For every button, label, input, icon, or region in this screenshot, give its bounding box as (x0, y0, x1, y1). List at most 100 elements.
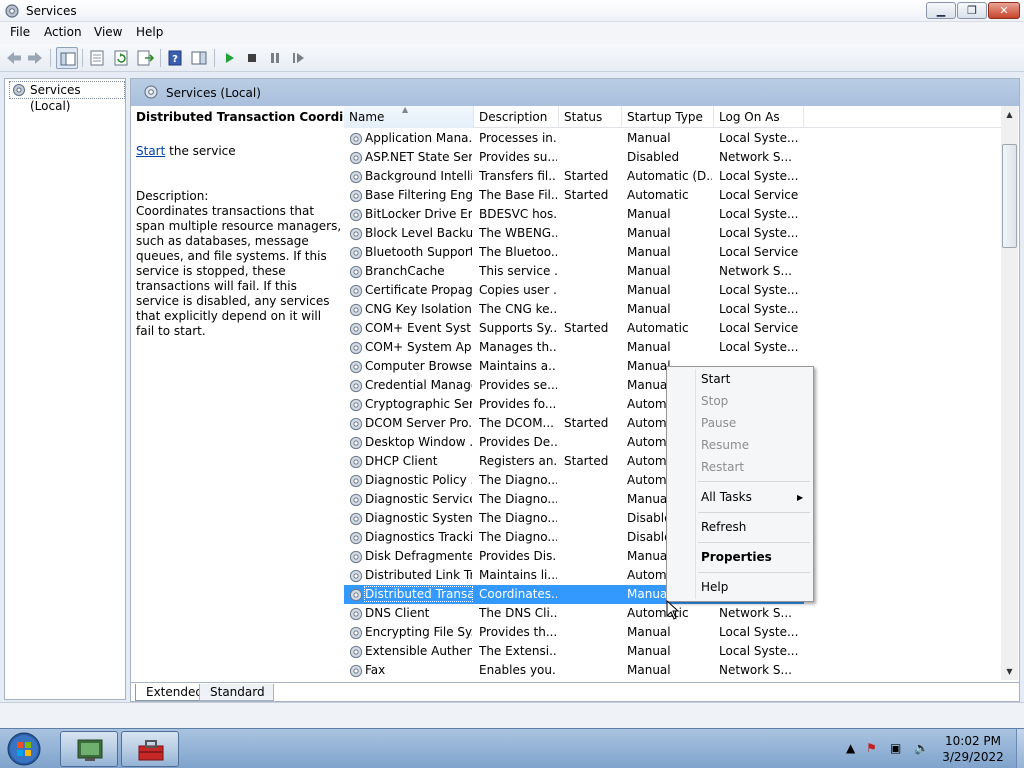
back-arrow-icon (7, 52, 21, 64)
restart-service-button[interactable] (287, 47, 309, 69)
cell-startup-type: Manual (627, 340, 671, 354)
help-book-icon: ? (168, 50, 182, 66)
close-icon: ✕ (999, 4, 1009, 17)
cell-status: Started (564, 169, 609, 183)
start-service-link[interactable]: Start (136, 144, 165, 158)
column-header-name[interactable]: ▲ Name (344, 106, 474, 128)
cell-startup-type: Automatic (D... (627, 169, 712, 183)
service-gear-icon (349, 493, 363, 507)
close-button[interactable]: ✕ (988, 2, 1020, 19)
menu-item-restart[interactable]: Restart (701, 460, 744, 474)
taskbar-app-toolbox[interactable] (121, 731, 179, 767)
table-row[interactable]: COM+ System Ap... Manages th... Manual Loca… (344, 338, 804, 357)
menu-item-start[interactable]: Start (701, 372, 730, 386)
service-gear-icon (349, 531, 363, 545)
cell-log-on-as: Local Syste... (719, 207, 799, 221)
table-row[interactable]: ASP.NET State Ser... Provides su... Disabl… (344, 148, 804, 167)
column-header-label: Log On As (719, 110, 780, 124)
tab-standard[interactable]: Standard (199, 684, 274, 701)
menu-action[interactable]: Action (44, 25, 82, 39)
list-header: ▲ Name Description Status Startup Type Lo… (344, 106, 1018, 128)
cell-description: Maintains a... (479, 359, 557, 373)
column-header-label: Description (479, 110, 548, 124)
pause-service-button[interactable] (264, 47, 286, 69)
export-list-button[interactable] (134, 47, 156, 69)
cell-name: Cryptographic Ser... (365, 397, 472, 411)
table-row[interactable]: COM+ Event Syst... Supports Sy... Started A… (344, 319, 804, 338)
tree-node-services-local[interactable]: Services (Local) (9, 81, 125, 113)
stop-service-button[interactable] (241, 47, 263, 69)
service-gear-icon (349, 341, 363, 355)
menu-file[interactable]: File (10, 25, 30, 39)
show-desktop-button[interactable] (1016, 729, 1024, 768)
forward-button[interactable] (24, 47, 46, 69)
scroll-down-arrow-icon[interactable]: ▼ (1001, 663, 1018, 680)
show-hide-action-pane-button[interactable] (188, 47, 210, 69)
start-button[interactable] (4, 731, 44, 767)
table-row[interactable]: CNG Key Isolation The CNG ke... Manual Loca… (344, 300, 804, 319)
menu-item-stop[interactable]: Stop (701, 394, 728, 408)
column-header-startup-type[interactable]: Startup Type (622, 106, 714, 128)
cell-log-on-as: Network S... (719, 150, 792, 164)
cell-name: Credential Manager (365, 378, 472, 392)
menu-item-refresh[interactable]: Refresh (701, 520, 746, 534)
menu-item-properties[interactable]: Properties (701, 550, 772, 564)
cell-log-on-as: Local Service (719, 188, 799, 202)
menu-item-resume[interactable]: Resume (701, 438, 749, 452)
network-icon[interactable]: ▣ (890, 741, 901, 755)
tree-node-label: Services (Local) (30, 83, 81, 113)
menu-bar: File Action View Help (0, 22, 1024, 44)
maximize-button[interactable]: ❐ (957, 2, 987, 19)
export-list-icon (137, 50, 155, 66)
column-header-description[interactable]: Description (474, 106, 559, 128)
column-header-log-on-as[interactable]: Log On As (714, 106, 804, 128)
refresh-toolbar-button[interactable] (110, 47, 132, 69)
table-row[interactable]: Bluetooth Support... The Bluetoo... Manual… (344, 243, 804, 262)
table-row[interactable]: Base Filtering Engi... The Base Fil... Sta… (344, 186, 804, 205)
table-row[interactable]: Encrypting File Sy... Provides th... Manua… (344, 623, 804, 642)
scrollbar-thumb[interactable] (1002, 144, 1017, 248)
service-gear-icon (349, 664, 363, 678)
table-row[interactable]: Block Level Backu... The WBENG... Manual Lo… (344, 224, 804, 243)
back-button[interactable] (3, 47, 25, 69)
cell-name: DHCP Client (365, 454, 438, 468)
show-hide-console-tree-button[interactable] (56, 47, 78, 69)
scroll-up-arrow-icon[interactable]: ▲ (1001, 106, 1018, 123)
taskbar: ▲ ⚑ ▣ 🔈 10:02 PM 3/29/2022 (0, 728, 1024, 768)
menu-item-all-tasks[interactable]: All Tasks (701, 490, 752, 504)
service-gear-icon (349, 607, 363, 621)
toolbar-separator (214, 49, 215, 67)
vertical-scrollbar[interactable]: ▲ ▼ (1001, 106, 1018, 680)
table-row[interactable]: Background Intelli... Transfers fil... Sta… (344, 167, 804, 186)
cell-name: COM+ System Ap... (365, 340, 472, 354)
system-clock[interactable]: 10:02 PM 3/29/2022 (930, 733, 1016, 765)
pane-header-title: Services (Local) (166, 86, 261, 100)
volume-icon[interactable]: 🔈 (914, 741, 929, 755)
cell-name: Application Mana... (365, 131, 472, 145)
taskbar-app-server-manager[interactable] (60, 731, 118, 767)
menu-item-help[interactable]: Help (701, 580, 728, 594)
table-row[interactable]: Application Mana... Processes in... Manual… (344, 129, 804, 148)
menu-separator (698, 481, 810, 482)
service-details-pane: Distributed Transaction Coordinator Star… (135, 108, 380, 678)
properties-toolbar-button[interactable] (86, 47, 108, 69)
table-row[interactable]: Extensible Authen... The Extensi... Manual… (344, 642, 804, 661)
start-service-button[interactable] (218, 47, 240, 69)
cell-name: Bluetooth Support... (365, 245, 472, 259)
table-row[interactable]: Fax Enables you... Manual Network S... (344, 661, 804, 680)
table-row[interactable]: BranchCache This service ... Manual Network… (344, 262, 804, 281)
cell-description: The DNS Cli... (479, 606, 557, 620)
menu-item-pause[interactable]: Pause (701, 416, 736, 430)
action-center-flag-icon[interactable]: ⚑ (866, 741, 877, 755)
help-toolbar-button[interactable]: ? (164, 47, 186, 69)
minimize-button[interactable]: ▁ (926, 2, 956, 19)
table-row[interactable]: DNS Client The DNS Cli... Automatic Network… (344, 604, 804, 623)
column-header-status[interactable]: Status (559, 106, 622, 128)
menu-help[interactable]: Help (136, 25, 163, 39)
show-hidden-icons-icon[interactable]: ▲ (846, 741, 855, 755)
cell-name: Diagnostic Policy ... (365, 473, 472, 487)
table-row[interactable]: BitLocker Drive En... BDESVC hos... Manual… (344, 205, 804, 224)
table-row[interactable]: Certificate Propag... Copies user ... Manu… (344, 281, 804, 300)
menu-view[interactable]: View (94, 25, 122, 39)
menu-separator (698, 572, 810, 573)
